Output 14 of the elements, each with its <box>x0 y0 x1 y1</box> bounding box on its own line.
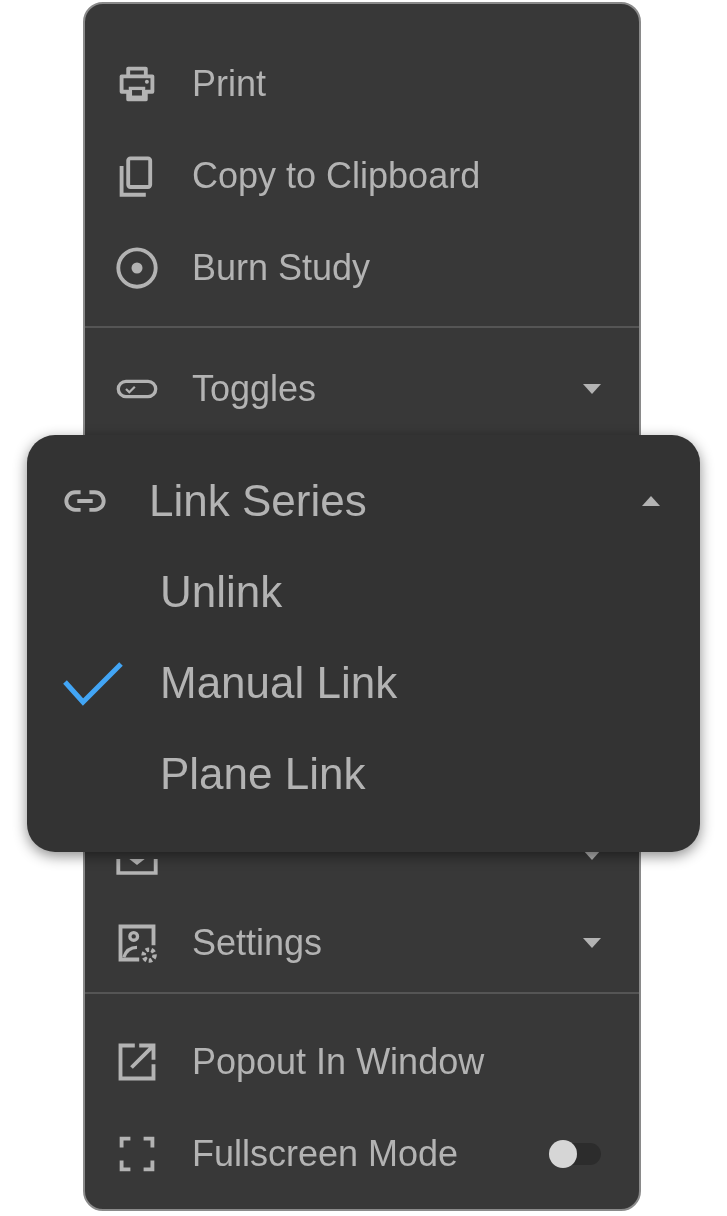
menu-item[interactable]: Copy to Clipboard <box>192 155 601 197</box>
menu-option[interactable]: Plane Link <box>160 748 366 799</box>
toggle-switch[interactable] <box>551 1143 601 1165</box>
menu-item[interactable]: Settings <box>192 922 583 964</box>
submenu-title[interactable]: Link Series <box>149 475 642 526</box>
menu-item[interactable]: Print <box>192 63 601 105</box>
menu-item[interactable]: Popout In Window <box>192 1041 601 1083</box>
disc-icon <box>115 246 159 290</box>
menu-item[interactable]: Fullscreen Mode <box>192 1133 551 1175</box>
menu-item[interactable]: Burn Study <box>192 247 601 289</box>
menu-option[interactable]: Manual Link <box>160 657 398 708</box>
menu-option[interactable]: Unlink <box>160 566 283 617</box>
menu-item[interactable]: Toggles <box>192 368 583 410</box>
download-icon <box>115 857 159 875</box>
